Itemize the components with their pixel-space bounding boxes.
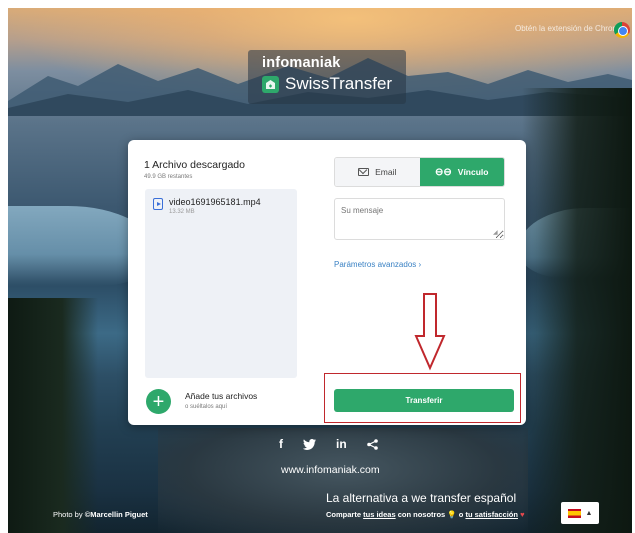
share-ideas-link[interactable]: tus ideas (363, 510, 396, 519)
trees-right (522, 88, 632, 533)
spain-flag-icon (567, 508, 581, 518)
swisstransfer-logo-icon (262, 75, 279, 93)
share-icon[interactable] (366, 438, 378, 450)
photo-credit-prefix: Photo by (53, 510, 85, 519)
facebook-icon[interactable]: f (279, 437, 283, 451)
share-prefix: Comparte (326, 510, 362, 519)
tab-email[interactable]: Email (335, 158, 420, 186)
photo-credit-author[interactable]: ©Marcellin Piguet (85, 510, 148, 519)
tab-email-label: Email (375, 167, 397, 177)
advanced-settings-label: Parámetros avanzados (334, 260, 417, 269)
satisfaction-link[interactable]: tu satisfacción (465, 510, 518, 519)
mail-icon (358, 168, 370, 176)
brand-product-name: SwissTransfer (285, 74, 393, 93)
tagline: La alternativa a we transfer español (326, 491, 517, 505)
infomaniak-url[interactable]: www.infomaniak.com (281, 464, 380, 476)
annotation-arrow-icon (414, 293, 446, 371)
drop-files-hint: o suéltalos aquí (185, 404, 228, 410)
file-size: 13.32 MB (169, 209, 195, 215)
chrome-logo-icon[interactable] (614, 22, 630, 38)
link-icon: ⊖⊖ (435, 166, 452, 178)
trees-left (8, 298, 98, 533)
files-count-title: 1 Archivo descargado (144, 159, 245, 171)
file-name: video1691965181.mp4 (169, 197, 261, 207)
video-file-icon (153, 198, 163, 210)
brand-product[interactable]: SwissTransfer (262, 74, 392, 94)
chevron-up-icon: ▲ (585, 509, 593, 517)
transfer-type-tabs: Email ⊖⊖ Vínculo (334, 157, 505, 187)
share-feedback-text: Comparte tus ideas con nosotros 💡 o tu s… (326, 510, 525, 519)
social-links: f in (279, 437, 378, 451)
add-files-button[interactable]: + (146, 389, 171, 414)
transfer-button[interactable]: Transferir (334, 389, 514, 412)
chevron-right-icon: › (418, 260, 422, 269)
share-or: o (458, 510, 464, 519)
add-files-label[interactable]: Añade tus archivos (185, 391, 257, 401)
resize-handle-icon[interactable]: ◢ (493, 229, 498, 236)
brand-company: infomaniak (262, 55, 341, 71)
tab-link-label: Vínculo (457, 167, 489, 177)
language-selector[interactable]: ▲ (561, 502, 599, 524)
twitter-icon[interactable] (303, 438, 316, 450)
plus-icon: + (152, 390, 165, 413)
chrome-extension-link[interactable]: Obtén la extensión de Chrome (515, 24, 624, 33)
message-field[interactable] (334, 198, 505, 240)
tab-link[interactable]: ⊖⊖ Vínculo (419, 158, 504, 186)
heart-icon: ♥ (520, 510, 525, 519)
photo-credit: Photo by ©Marcellin Piguet (53, 510, 148, 519)
lightbulb-icon: 💡 (447, 510, 457, 519)
linkedin-icon[interactable]: in (336, 437, 347, 451)
file-list[interactable]: video1691965181.mp4 13.32 MB (145, 189, 297, 378)
list-item[interactable]: video1691965181.mp4 13.32 MB (153, 197, 261, 215)
share-middle: con nosotros (397, 510, 446, 519)
advanced-settings-link[interactable]: Parámetros avanzados › (334, 260, 421, 269)
storage-remaining: 49.9 GB restantes (144, 174, 193, 180)
